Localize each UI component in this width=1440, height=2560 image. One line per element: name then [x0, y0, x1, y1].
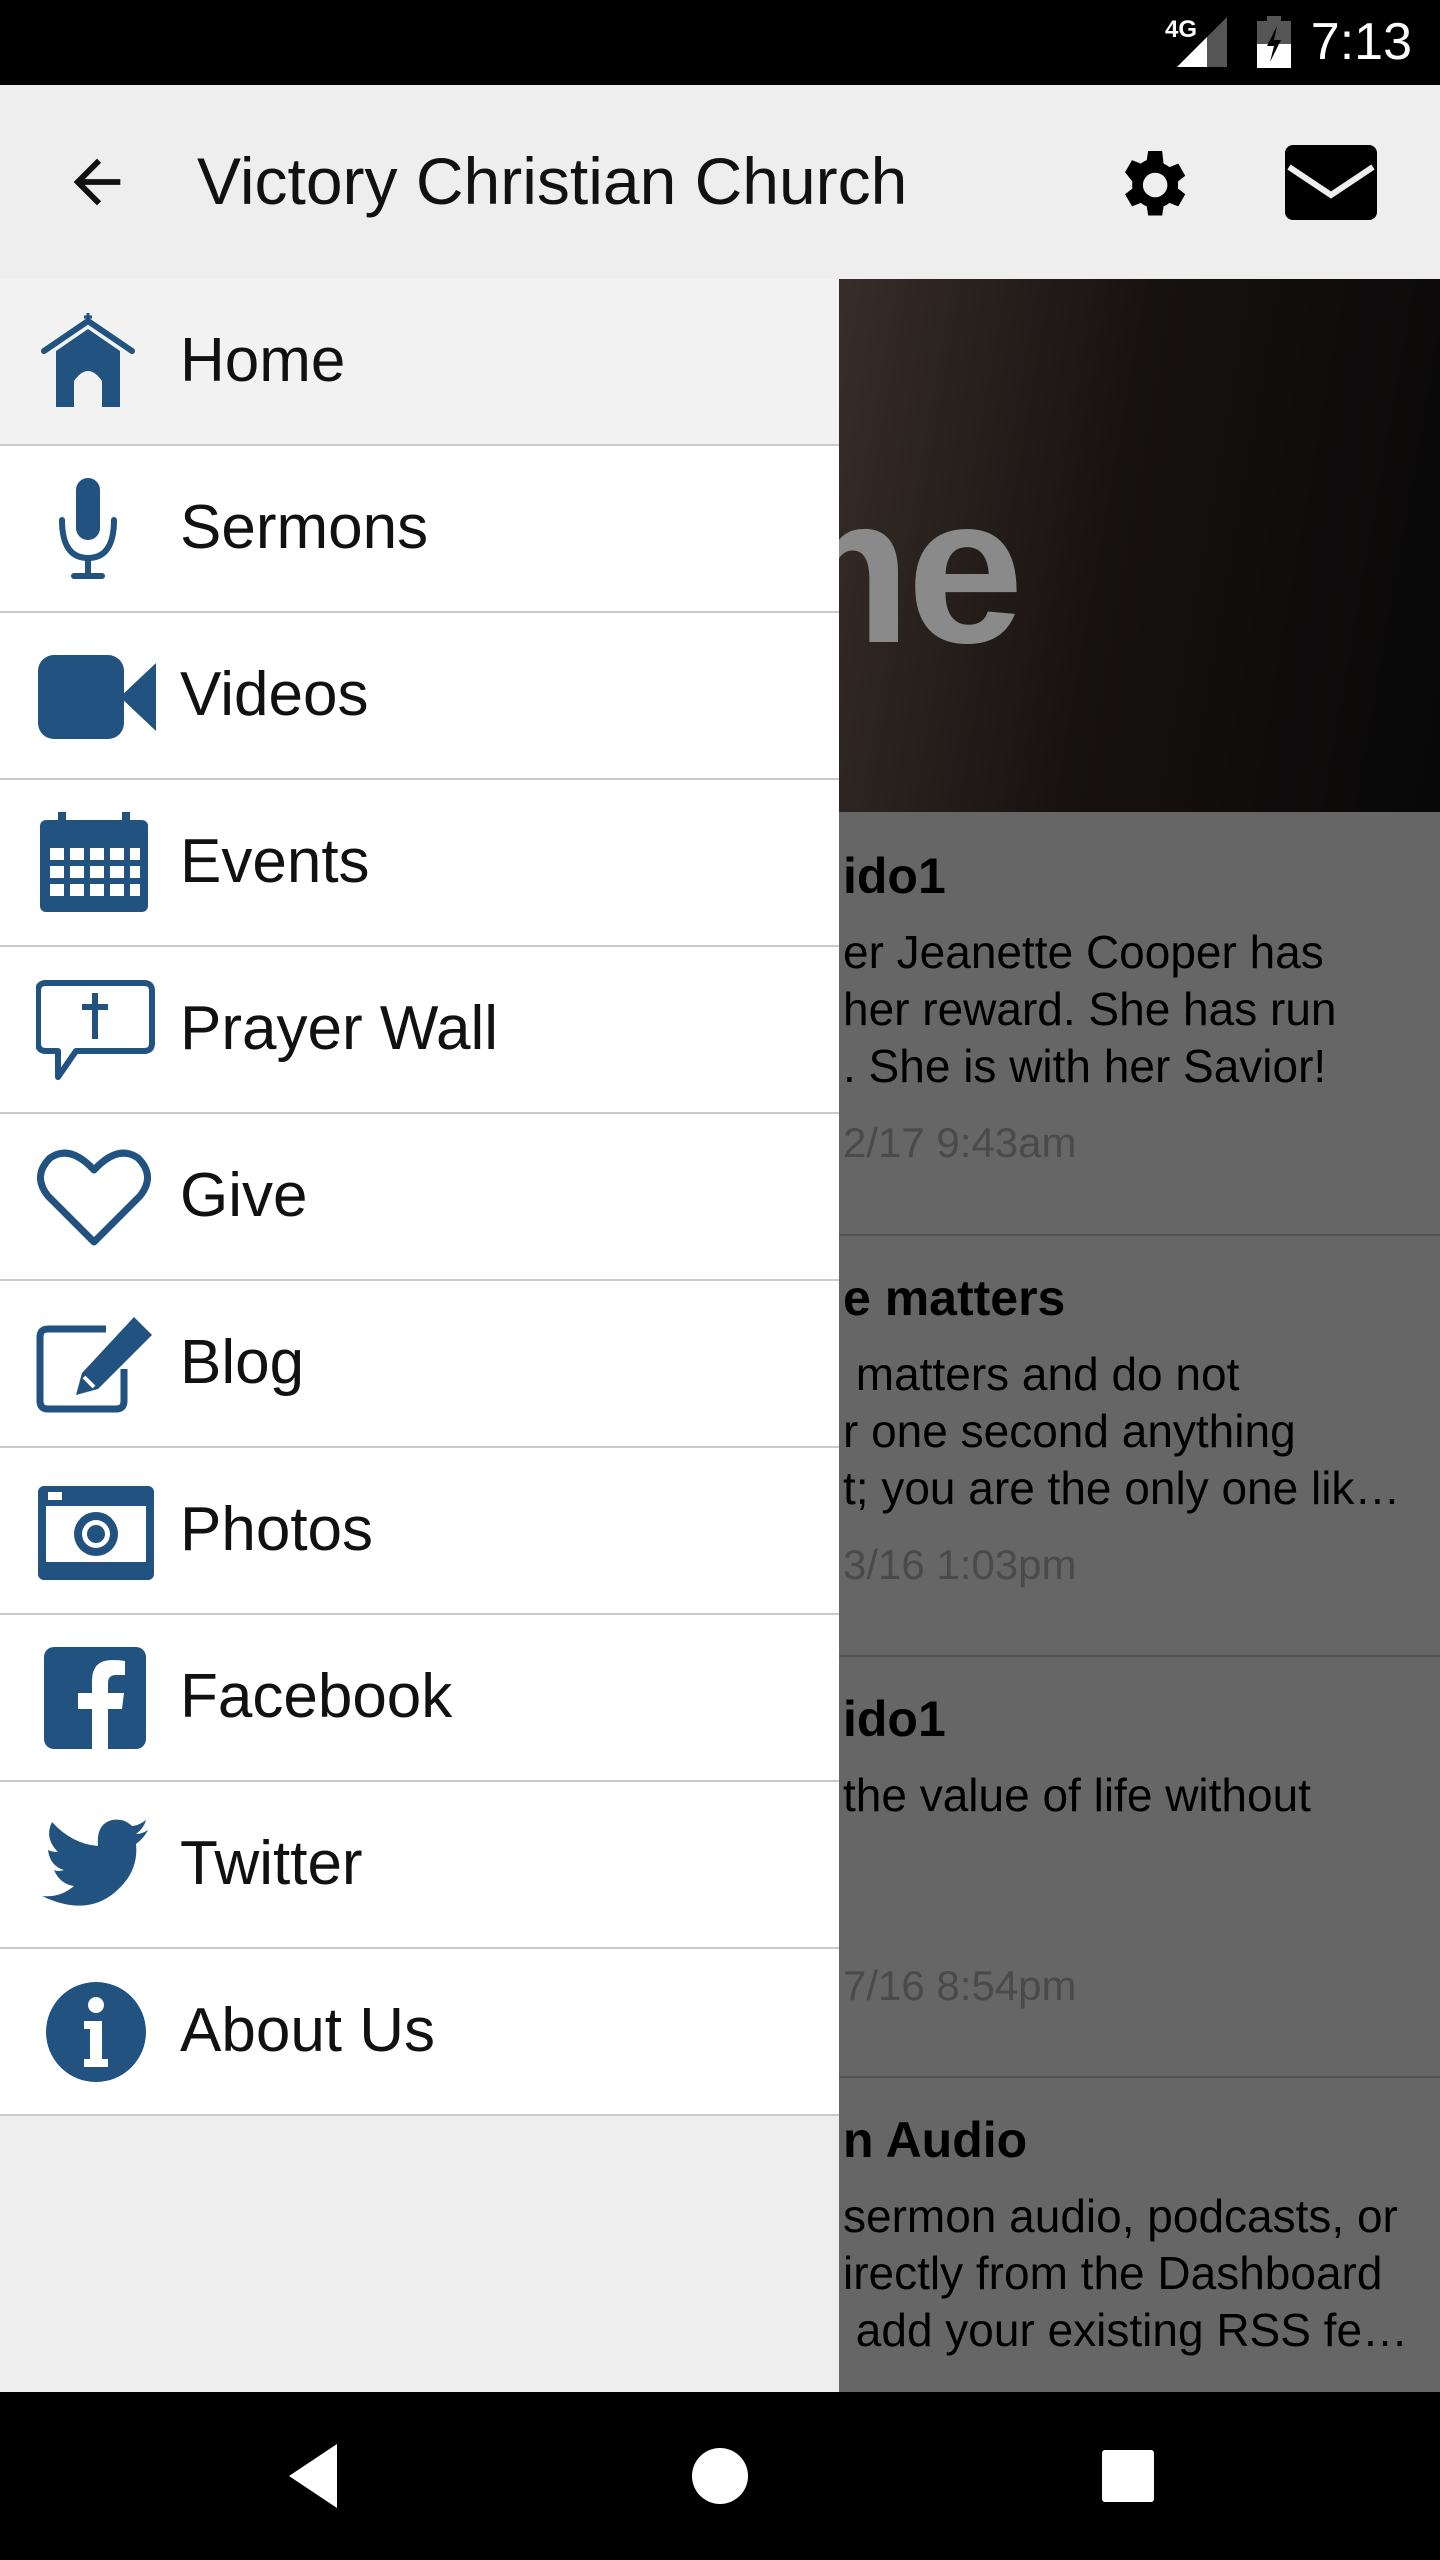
drawer-item-prayer-wall[interactable]: Prayer Wall — [0, 947, 839, 1114]
card-line: add your existing RSS fe… — [843, 2304, 1409, 2356]
drawer-item-videos[interactable]: Videos — [0, 613, 839, 780]
drawer-item-photos[interactable]: Photos — [0, 1448, 839, 1615]
card-title: e matters — [843, 1270, 1066, 1326]
twitter-icon — [42, 1819, 148, 1906]
card-line: t; you are the only one lik… — [843, 1462, 1401, 1514]
card-line: er Jeanette Cooper has — [843, 926, 1324, 978]
card-line: matters and do not — [843, 1348, 1240, 1400]
card-body: matters and do not r one second anything… — [843, 1346, 1400, 1517]
drawer-item-give[interactable]: Give — [0, 1114, 839, 1281]
drawer-item-blog[interactable]: Blog — [0, 1281, 839, 1448]
drawer-item-label: Home — [180, 326, 346, 395]
triangle-back-icon[interactable] — [285, 2436, 345, 2516]
card-date: 2/17 9:43am — [843, 1119, 1077, 1166]
speech-bubble-cross-icon — [36, 980, 155, 1080]
heart-icon — [37, 1149, 151, 1246]
card-line: irectly from the Dashboard — [843, 2247, 1383, 2299]
card-line: r one second anything — [843, 1405, 1296, 1457]
gear-icon[interactable] — [1110, 143, 1194, 227]
drawer-item-label: Twitter — [180, 1829, 363, 1898]
microphone-icon — [59, 478, 117, 579]
drawer-item-label: Facebook — [180, 1662, 453, 1731]
drawer-item-sermons[interactable]: Sermons — [0, 446, 839, 613]
square-recents-icon[interactable] — [1098, 2436, 1158, 2516]
battery-charging-icon — [1257, 16, 1291, 68]
edit-icon — [36, 1317, 152, 1413]
facebook-icon — [44, 1647, 146, 1749]
card-date: 7/16 8:54pm — [843, 1962, 1077, 2009]
church-icon — [41, 313, 135, 407]
clock: 7:13 — [1310, 13, 1412, 71]
info-icon — [46, 1982, 146, 2082]
drawer-item-home[interactable]: Home — [0, 279, 839, 446]
app-bar: Victory Christian Church — [0, 85, 1440, 279]
drawer-item-events[interactable]: Events — [0, 780, 839, 947]
signal-icon — [1177, 17, 1227, 67]
system-nav-bar — [0, 2392, 1440, 2560]
card-body: er Jeanette Cooper has her reward. She h… — [843, 924, 1337, 1095]
status-bar: 4G 7:13 — [0, 0, 1440, 85]
drawer-item-label: Blog — [180, 1328, 305, 1397]
page-title: Victory Christian Church — [197, 144, 908, 218]
card-title: n Audio — [843, 2112, 1028, 2168]
drawer-item-twitter[interactable]: Twitter — [0, 1782, 839, 1949]
video-camera-icon — [38, 655, 156, 739]
drawer-item-label: Videos — [180, 660, 369, 729]
card-line: her reward. She has run — [843, 983, 1337, 1035]
card-body: sermon audio, podcasts, or irectly from … — [843, 2188, 1408, 2359]
calendar-icon — [40, 812, 148, 912]
drawer-item-label: About Us — [180, 1996, 436, 2065]
card-body: the value of life without — [843, 1767, 1311, 1824]
drawer-item-label: Photos — [180, 1495, 374, 1564]
camera-icon — [38, 1486, 154, 1580]
drawer-item-label: Give — [180, 1161, 308, 1230]
card-line: sermon audio, podcasts, or — [843, 2190, 1398, 2242]
card-title: ido1 — [843, 1691, 946, 1747]
drawer-item-facebook[interactable]: Facebook — [0, 1615, 839, 1782]
card-title: ido1 — [843, 848, 946, 904]
card-line: . She is with her Savior! — [843, 1040, 1327, 1092]
drawer-item-label: Prayer Wall — [180, 994, 499, 1063]
card-date: 3/16 1:03pm — [843, 1541, 1077, 1588]
drawer-item-about-us[interactable]: About Us — [0, 1949, 839, 2116]
card-line: the value of life without — [843, 1769, 1311, 1821]
envelope-icon[interactable] — [1285, 145, 1377, 220]
drawer-item-label: Events — [180, 827, 370, 896]
circle-home-icon[interactable] — [690, 2436, 750, 2516]
arrow-left-icon[interactable] — [62, 147, 132, 217]
drawer-item-label: Sermons — [180, 493, 429, 562]
navigation-drawer: Home Sermons Videos Events Prayer Wall G… — [0, 279, 839, 2392]
